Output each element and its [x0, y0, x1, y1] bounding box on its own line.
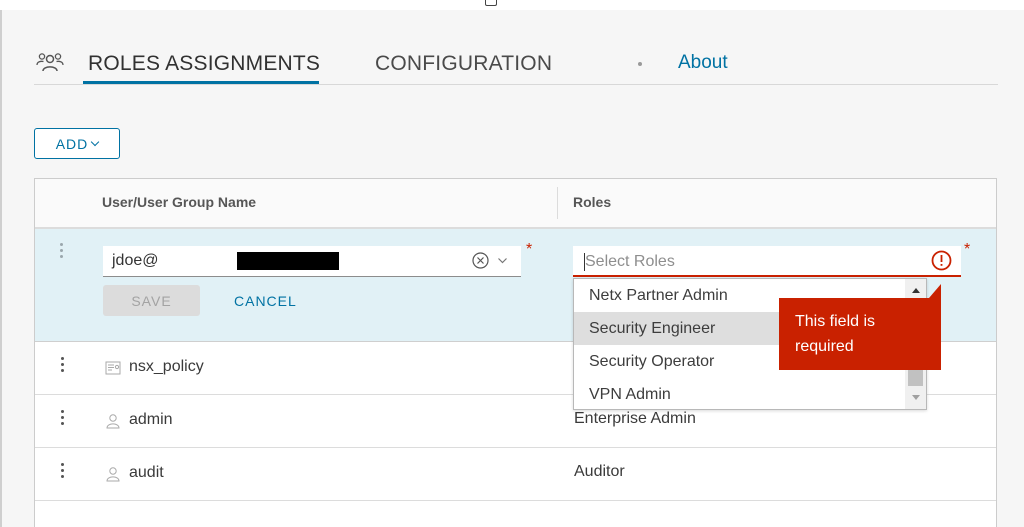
principal-identity-icon [105, 361, 121, 375]
tab-separator-dot [638, 62, 642, 66]
frame-border [0, 10, 2, 527]
tab-configuration[interactable]: CONFIGURATION [375, 52, 552, 76]
datagrid-header: User/User Group Name Roles [35, 179, 996, 229]
user-name-cell: audit [129, 464, 164, 481]
dropdown-option[interactable]: VPN Admin [574, 378, 905, 409]
tooltip-pointer [929, 284, 941, 298]
user-name-value: jdoe@ [112, 252, 159, 269]
column-header-user-name[interactable]: User/User Group Name [102, 194, 256, 210]
clear-icon[interactable] [472, 252, 489, 269]
add-button-label: ADD [55, 135, 89, 152]
row-actions-icon[interactable] [61, 357, 65, 375]
about-link[interactable]: About [678, 52, 728, 74]
row-actions-icon[interactable] [61, 410, 65, 428]
row-actions-icon[interactable] [61, 463, 65, 481]
role-cell: Auditor [574, 463, 625, 480]
row-actions-icon[interactable] [60, 243, 64, 261]
user-name-cell: nsx_policy [129, 358, 204, 375]
table-row: audit Auditor [35, 448, 996, 501]
validation-tooltip: This field is required [779, 298, 941, 370]
scroll-down-arrow-icon[interactable] [912, 395, 920, 400]
window-handle [485, 0, 497, 6]
roles-select-input[interactable]: Select Roles [573, 246, 961, 277]
required-marker: * [526, 241, 533, 258]
column-header-roles[interactable]: Roles [573, 194, 611, 210]
tab-bar: ROLES ASSIGNMENTS CONFIGURATION About [34, 44, 998, 85]
redacted-email [237, 252, 339, 270]
user-name-input[interactable]: jdoe@ [103, 246, 521, 277]
column-divider [557, 187, 558, 219]
user-group-icon [36, 53, 64, 72]
role-cell: Enterprise Admin [574, 410, 696, 427]
save-button[interactable]: SAVE [103, 285, 200, 316]
tab-roles-assignments[interactable]: ROLES ASSIGNMENTS [88, 52, 320, 76]
user-name-cell: admin [129, 411, 173, 428]
cancel-button[interactable]: CANCEL [234, 293, 297, 309]
scroll-up-arrow-icon[interactable] [912, 288, 920, 293]
text-cursor [584, 253, 585, 271]
user-icon [106, 414, 120, 429]
chevron-down-icon [91, 137, 100, 147]
error-icon [931, 250, 952, 271]
user-icon [106, 467, 120, 482]
active-tab-indicator [83, 81, 319, 84]
roles-placeholder: Select Roles [585, 253, 675, 270]
chevron-down-icon[interactable] [498, 256, 507, 265]
add-button[interactable]: ADD [34, 128, 120, 159]
required-marker: * [964, 241, 971, 258]
